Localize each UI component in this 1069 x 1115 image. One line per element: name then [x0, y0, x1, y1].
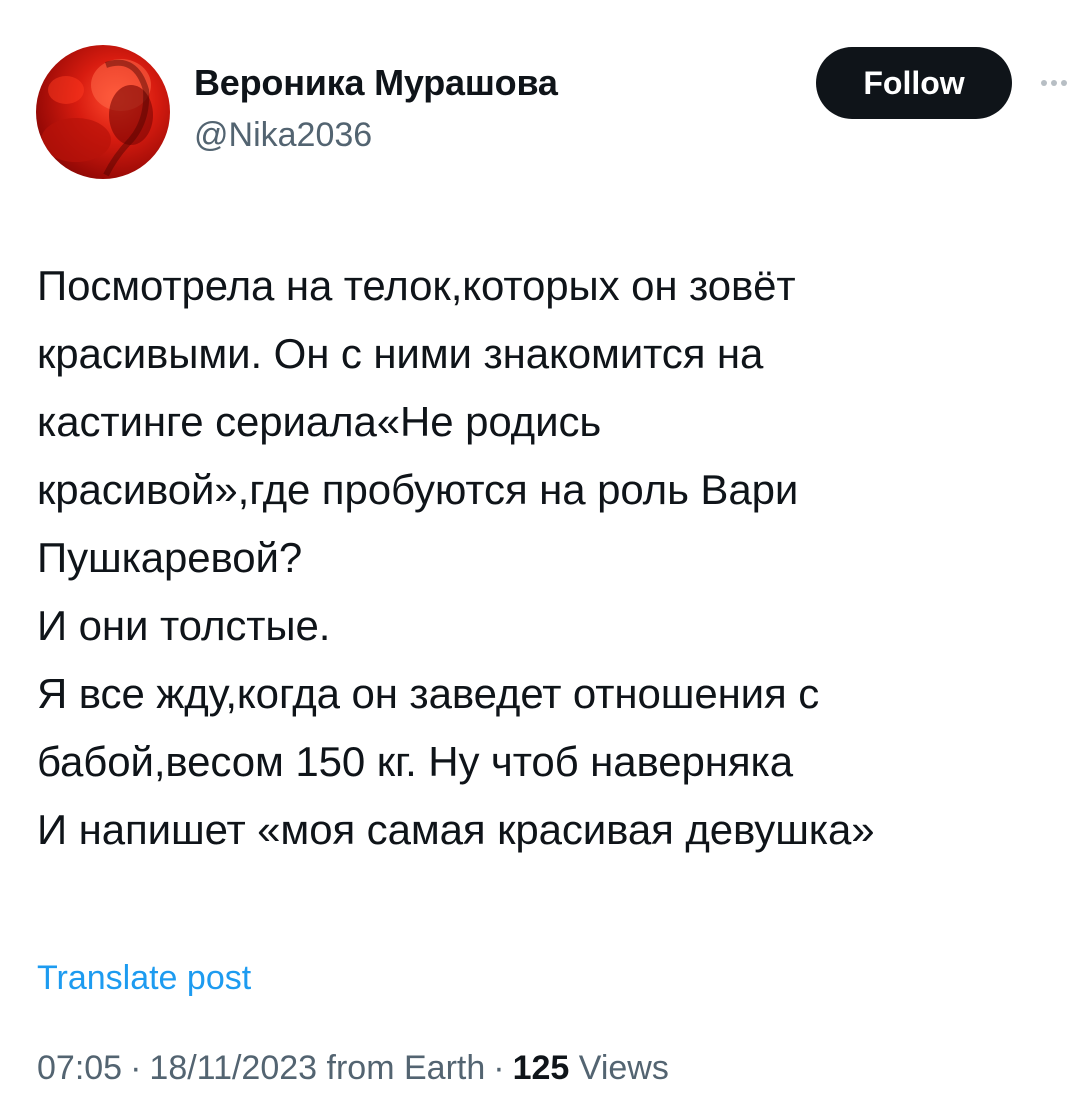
tweet-line: И они толстые. — [37, 602, 331, 649]
tweet-meta: 07:05 · 18/11/2023 from Earth · 125 Views — [37, 1049, 669, 1088]
author-avatar[interactable] — [36, 45, 170, 179]
tweet-date[interactable]: 18/11/2023 — [149, 1049, 317, 1087]
tweet-text: Посмотрела на телок,которых он зовёт кра… — [37, 252, 1069, 864]
tweet-line: И напишет «моя самая красивая девушка» — [37, 806, 875, 853]
translate-post-link[interactable]: Translate post — [37, 959, 251, 998]
tweet-line: Я все жду,когда он заведет отношения с — [37, 670, 820, 717]
tweet-line: Посмотрела на телок,которых он зовёт — [37, 262, 796, 309]
tweet-line: Пушкаревой? — [37, 534, 303, 581]
follow-button[interactable]: Follow — [816, 47, 1012, 119]
views-count[interactable]: 125 — [513, 1049, 570, 1087]
tweet-line: кастинге сериала«Не родись — [37, 398, 602, 445]
avatar-photo — [41, 59, 153, 177]
meta-separator: · — [130, 1049, 142, 1087]
tweet-line: красивыми. Он с ними знакомится на — [37, 330, 764, 377]
views-label: Views — [578, 1049, 669, 1087]
tweet-time[interactable]: 07:05 — [37, 1049, 122, 1087]
tweet-source: from Earth — [326, 1049, 486, 1087]
meta-separator: · — [493, 1049, 505, 1087]
author-display-name[interactable]: Вероника Мурашова — [194, 62, 558, 104]
tweet-line: красивой»,где пробуются на роль Вари — [37, 466, 799, 513]
more-dots-icon[interactable] — [1040, 76, 1069, 90]
tweet-line: бабой,весом 150 кг. Ну чтоб наверняка — [37, 738, 793, 785]
author-handle[interactable]: @Nika2036 — [194, 116, 372, 155]
